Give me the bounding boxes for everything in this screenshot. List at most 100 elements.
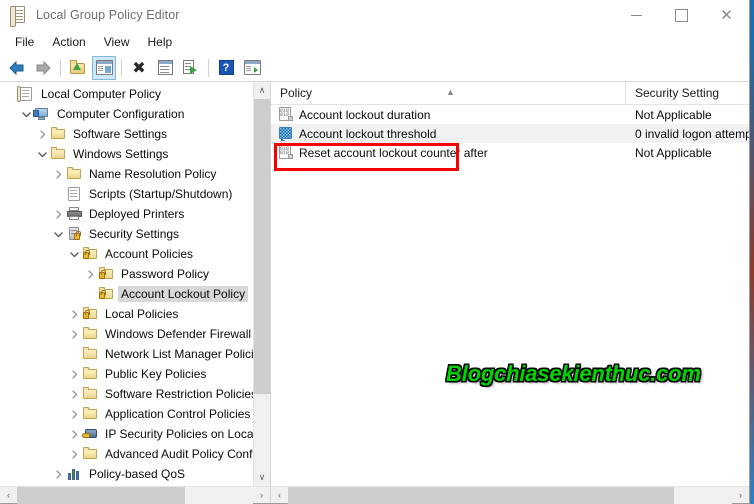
tree-node[interactable]: Scripts (Startup/Shutdown)	[0, 184, 253, 204]
menu-action[interactable]: Action	[43, 32, 94, 53]
list-scroll-right-button[interactable]: ›	[732, 487, 749, 504]
tree-node[interactable]: IP Security Policies on Local	[0, 424, 253, 444]
tree-scroll-up-button[interactable]: ∧	[254, 82, 270, 99]
folder-icon	[50, 126, 68, 142]
tree-node-label: Windows Settings	[73, 147, 169, 161]
tree-node[interactable]: Windows Settings	[0, 144, 253, 164]
table-row[interactable]: Account lockout threshold 0 invalid logon…	[271, 124, 749, 143]
show-hide-console-tree-button[interactable]	[92, 55, 116, 80]
window-body: Local Computer Policy Computer Configurat…	[0, 81, 749, 504]
tree-node[interactable]: Local Policies	[0, 304, 253, 324]
list-horizontal-scrollbar[interactable]: ‹ ›	[271, 486, 749, 504]
chevron-right-icon[interactable]	[34, 126, 50, 142]
list-hscroll-thumb[interactable]	[288, 486, 674, 504]
tree-node[interactable]: Network List Manager Policie	[0, 344, 253, 364]
tree-node[interactable]: Account Lockout Policy	[0, 284, 253, 304]
chevron-right-icon[interactable]	[66, 366, 82, 382]
tree-node[interactable]: Policy-based QoS	[0, 464, 253, 484]
tree-scroll-thumb[interactable]	[254, 99, 270, 394]
tree-node[interactable]: Software Restriction Policies	[0, 384, 253, 404]
left-arrow-icon	[8, 60, 26, 76]
tree-node[interactable]: Local Computer Policy	[0, 84, 253, 104]
policy-scroll-icon	[17, 86, 36, 102]
policy-cell: Account lockout threshold	[271, 126, 626, 141]
tree-scroll-track[interactable]	[254, 99, 270, 469]
chevron-right-icon[interactable]	[66, 406, 82, 422]
action-pane-icon	[243, 60, 261, 75]
chevron-right-icon[interactable]	[66, 306, 82, 322]
tree-node[interactable]: Security Settings	[0, 224, 253, 244]
chevron-right-icon[interactable]	[50, 166, 66, 182]
policy-document-icon: 010 010	[278, 145, 294, 160]
tree-node[interactable]: Computer Configuration	[0, 104, 253, 124]
show-action-pane-button[interactable]	[240, 56, 264, 80]
tree-hscroll-thumb[interactable]	[17, 486, 185, 504]
tree-node[interactable]: Account Policies	[0, 244, 253, 264]
toolbar: ✖ ?	[0, 54, 749, 82]
chevron-right-icon[interactable]	[66, 446, 82, 462]
back-button[interactable]	[5, 56, 29, 80]
column-header-security-setting[interactable]: Security Setting	[626, 82, 749, 105]
chevron-down-icon[interactable]	[66, 246, 82, 262]
chevron-right-icon[interactable]	[82, 266, 98, 282]
tree-hscroll-track[interactable]	[17, 486, 253, 504]
window-title: Local Group Policy Editor	[36, 8, 180, 22]
tree-node[interactable]: Deployed Printers	[0, 204, 253, 224]
tree-scroll-region: Local Computer Policy Computer Configurat…	[0, 82, 270, 486]
folder-icon	[82, 446, 100, 462]
tree-node[interactable]: Password Policy	[0, 264, 253, 284]
menu-file[interactable]: File	[6, 32, 43, 53]
policy-list-body[interactable]: 010 010 Account lockout duration Not Applic…	[271, 105, 749, 486]
forward-button[interactable]	[31, 56, 55, 80]
chevron-right-icon[interactable]	[66, 386, 82, 402]
close-icon[interactable]: ✕	[704, 0, 749, 31]
tree-node[interactable]: Name Resolution Policy	[0, 164, 253, 184]
chevron-right-icon[interactable]	[66, 326, 82, 342]
tree-node[interactable]: Application Control Policies	[0, 404, 253, 424]
tree-node-label: Network List Manager Policie	[105, 347, 253, 361]
menu-help[interactable]: Help	[139, 32, 182, 53]
table-row[interactable]: 010 010 Reset account lockout counter afte…	[271, 143, 749, 162]
tree-vertical-scrollbar[interactable]: ∧ ∨	[253, 82, 270, 486]
column-header-policy[interactable]: Policy ▲	[271, 81, 626, 105]
chevron-down-icon[interactable]	[18, 106, 34, 122]
table-row[interactable]: 010 010 Account lockout duration Not Applic…	[271, 105, 749, 124]
tree-node-label: Scripts (Startup/Shutdown)	[89, 187, 233, 201]
delete-button[interactable]: ✖	[127, 56, 151, 80]
minimize-button[interactable]	[614, 0, 659, 31]
export-list-button[interactable]	[179, 56, 203, 80]
right-arrow-icon	[34, 60, 52, 76]
folder-icon	[82, 326, 100, 342]
tree-node[interactable]: Windows Defender Firewall w	[0, 324, 253, 344]
maximize-button[interactable]	[659, 0, 704, 31]
tree-node[interactable]: Advanced Audit Policy Confi	[0, 444, 253, 464]
help-button[interactable]: ?	[214, 56, 238, 80]
tree-horizontal-scrollbar[interactable]: ‹ ›	[0, 486, 270, 504]
tree-scroll-left-button[interactable]: ‹	[0, 487, 17, 504]
chevron-down-icon[interactable]	[50, 226, 66, 242]
chevron-down-icon[interactable]	[34, 146, 50, 162]
menu-view[interactable]: View	[95, 32, 139, 53]
console-tree-pane: Local Computer Policy Computer Configurat…	[0, 82, 271, 504]
up-one-level-button[interactable]	[66, 56, 90, 80]
tree-scroll-right-button[interactable]: ›	[253, 487, 270, 504]
tree-node-label: Software Restriction Policies	[105, 387, 253, 401]
tree-node[interactable]: Software Settings	[0, 124, 253, 144]
chevron-right-icon[interactable]	[50, 466, 66, 482]
folder-lock-icon	[98, 286, 116, 302]
list-scroll-left-button[interactable]: ‹	[271, 487, 288, 504]
tree-scroll-down-button[interactable]: ∨	[254, 469, 270, 486]
tree-node-label: Public Key Policies	[105, 367, 207, 381]
tree-node[interactable]: Public Key Policies	[0, 364, 253, 384]
tree-node-label: IP Security Policies on Local	[105, 427, 253, 441]
title-bar[interactable]: Local Group Policy Editor ✕	[0, 0, 749, 31]
properties-button[interactable]	[153, 56, 177, 80]
security-setting-cell: 0 invalid logon attemp	[635, 126, 749, 141]
policy-tree[interactable]: Local Computer Policy Computer Configurat…	[0, 82, 253, 486]
toolbar-separator	[208, 58, 209, 77]
chevron-right-icon[interactable]	[66, 426, 82, 442]
chevron-right-icon[interactable]	[50, 206, 66, 222]
tree-node-label: Name Resolution Policy	[89, 167, 217, 181]
security-setting-cell: Not Applicable	[635, 107, 712, 122]
list-hscroll-track[interactable]	[288, 486, 732, 504]
